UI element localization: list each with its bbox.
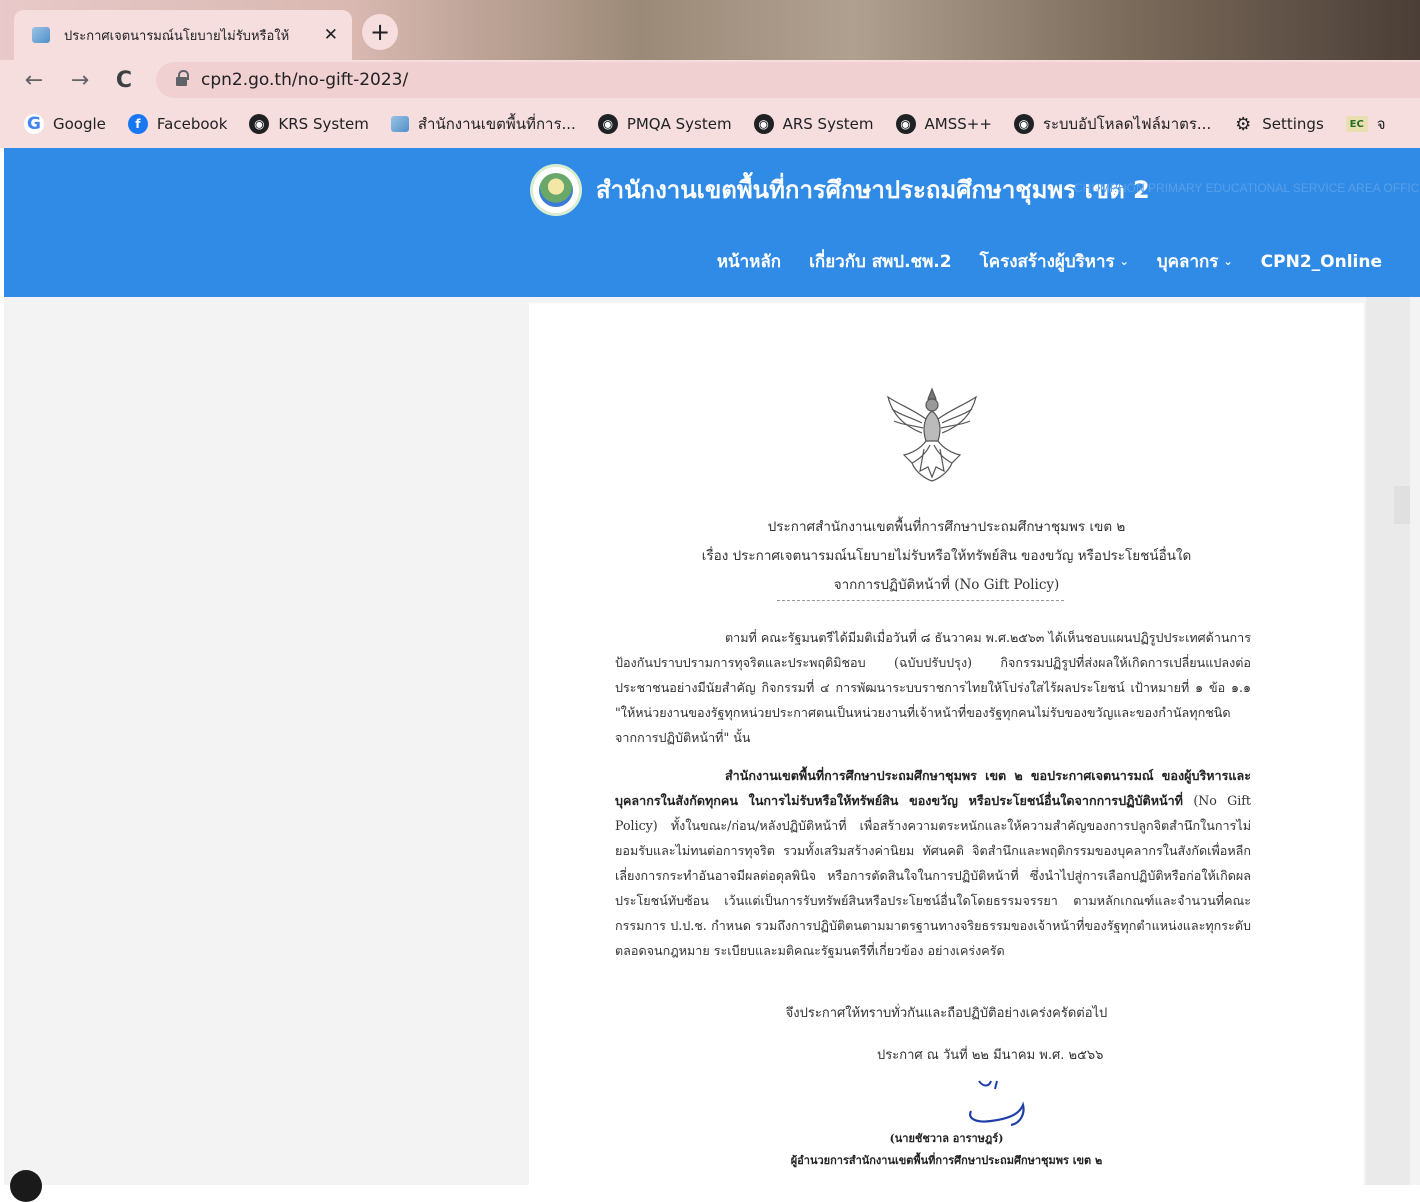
site-icon [390,116,409,132]
nav-label: CPN2_Online [1260,251,1382,272]
nav-label: หน้าหลัก [716,252,782,272]
lock-icon[interactable] [176,69,189,87]
nav-label: บุคลากร [1156,252,1219,272]
browser-toolbar: ← → C cpn2.go.th/no-gift-2023/ [0,60,1420,100]
address-bar[interactable]: cpn2.go.th/no-gift-2023/ [156,62,1420,98]
address-url[interactable]: cpn2.go.th/no-gift-2023/ [201,70,408,90]
nav-cpn2-online[interactable]: CPN2_Online [1261,252,1382,272]
browser-tabstrip: ประกาศเจตนารมณ์นโยบายไม่รับหรือให้ ✕ + [0,0,1420,60]
browser-tab-active[interactable]: ประกาศเจตนารมณ์นโยบายไม่รับหรือให้ ✕ [14,10,352,60]
bookmark-label: Settings [1262,115,1324,133]
globe-icon: ◉ [753,114,774,134]
emblem-icon [539,173,573,207]
subject-line-1: เรื่อง ประกาศเจตนารมณ์นโยบายไม่รับหรือให… [701,548,1192,564]
scrollbar-thumb[interactable] [1394,486,1410,524]
bookmark-amss[interactable]: ◉ AMSS++ [895,114,992,134]
site-title[interactable]: สำนักงานเขตพื้นที่การศึกษาประถมศึกษาชุมพ… [596,170,1150,209]
back-arrow-icon[interactable]: ← [20,66,48,94]
closing-line: จึงประกาศให้ทราบทั่วกันและถือปฏิบัติอย่า… [785,1006,1108,1021]
bookmark-esa-office[interactable]: สำนักงานเขตพื้นที่การ... [390,112,576,136]
nav-label: โครงสร้างผู้บริหาร [979,252,1115,272]
nav-personnel[interactable]: บุคลากร ⌄ [1157,248,1233,275]
reload-icon[interactable]: C [110,66,138,94]
bookmark-google[interactable]: G Google [24,114,106,134]
bookmark-label: Google [53,115,106,133]
announcement-heading: ประกาศสำนักงานเขตพื้นที่การศึกษาประถมศึก… [529,513,1364,600]
tab-title: ประกาศเจตนารมณ์นโยบายไม่รับหรือให้ [64,28,290,44]
paragraph-2: สำนักงานเขตพื้นที่การศึกษาประถมศึกษาชุมพ… [615,763,1251,963]
bookmark-label: KRS System [278,115,369,133]
globe-icon: ◉ [1013,114,1034,134]
bookmark-pmqa-system[interactable]: ◉ PMQA System [597,114,732,134]
nav-about[interactable]: เกี่ยวกับ สพป.ชพ.2 [809,248,951,275]
nav-label: เกี่ยวกับ สพป.ชพ.2 [809,252,952,272]
paragraph-1: ตามที่ คณะรัฐมนตรีได้มีมติเมื่อวันที่ ๘ … [615,630,1251,745]
bookmark-label: PMQA System [626,115,732,133]
bookmark-label: ARS System [782,115,874,133]
globe-icon: ◉ [249,114,270,134]
signature-block: (นายชัชวาล อาราษฎร์) ผู้อำนวยการสำนักงาน… [529,1128,1364,1172]
bookmark-krs-system[interactable]: ◉ KRS System [249,114,369,134]
globe-icon: ◉ [597,114,618,134]
gear-icon: ⚙ [1235,113,1252,135]
facebook-icon: f [127,114,148,134]
site-favicon-icon [32,27,50,43]
subject-line-2: จากการปฏิบัติหน้าที่ (No Gift Policy) [833,577,1060,593]
paragraph-2-bold: สำนักงานเขตพื้นที่การศึกษาประถมศึกษาชุมพ… [615,768,1251,808]
nav-executives[interactable]: โครงสร้างผู้บริหาร ⌄ [980,248,1129,275]
site-subtitle: CHUMPHON PRIMARY EDUCATIONAL SERVICE ARE… [1074,181,1420,195]
signer-name: (นายชัชวาล อาราษฎร์) [889,1132,1004,1145]
page-side-strip [1366,297,1410,1185]
garuda-emblem-icon [887,387,977,482]
heading-line: ประกาศสำนักงานเขตพื้นที่การศึกษาประถมศึก… [767,519,1126,535]
site-logo[interactable] [530,164,582,216]
bookmark-label: ระบบอัปโหลดไฟล์มาตร... [1042,115,1212,133]
chat-widget-icon[interactable] [10,1170,42,1202]
chevron-down-icon: ⌄ [1223,255,1233,268]
announcement-document: ประกาศสำนักงานเขตพื้นที่การศึกษาประถมศึก… [529,303,1364,1185]
globe-icon: ◉ [895,114,916,134]
bookmark-settings[interactable]: ⚙ Settings [1233,113,1324,135]
tab-close-icon[interactable]: ✕ [324,26,338,44]
main-navigation: หน้าหลัก เกี่ยวกับ สพป.ชพ.2 โครงสร้างผู้… [689,248,1382,275]
chevron-down-icon: ⌄ [1119,255,1129,268]
ec-icon: EC [1345,116,1368,132]
bookmark-upload-system[interactable]: ◉ ระบบอัปโหลดไฟล์มาตร... [1013,112,1212,136]
new-tab-button[interactable]: + [362,14,398,50]
bookmark-label: สำนักงานเขตพื้นที่การ... [417,115,576,133]
bookmark-label: Facebook [156,115,228,133]
bookmark-label: AMSS++ [924,115,992,133]
date-line: ประกาศ ณ วันที่ ๒๒ มีนาคม พ.ศ. ๒๕๖๖ [877,1048,1104,1063]
bookmark-facebook[interactable]: f Facebook [127,114,228,134]
bookmark-ars-system[interactable]: ◉ ARS System [753,114,874,134]
paragraph-2-text: (No Gift Policy) ทั้งในขณะ/ก่อน/หลังปฏิบ… [615,793,1251,958]
forward-arrow-icon[interactable]: → [66,66,94,94]
divider [777,600,1064,601]
google-icon: G [24,114,44,134]
bookmark-label: จ [1376,115,1386,133]
bookmark-ec[interactable]: EC จ [1345,112,1386,136]
signer-title: ผู้อำนวยการสำนักงานเขตพื้นที่การศึกษาประ… [790,1154,1103,1167]
site-header: สำนักงานเขตพื้นที่การศึกษาประถมศึกษาชุมพ… [4,148,1420,297]
nav-home[interactable]: หน้าหลัก [717,248,781,275]
bookmarks-bar: G Google f Facebook ◉ KRS System สำนักงา… [0,100,1420,148]
